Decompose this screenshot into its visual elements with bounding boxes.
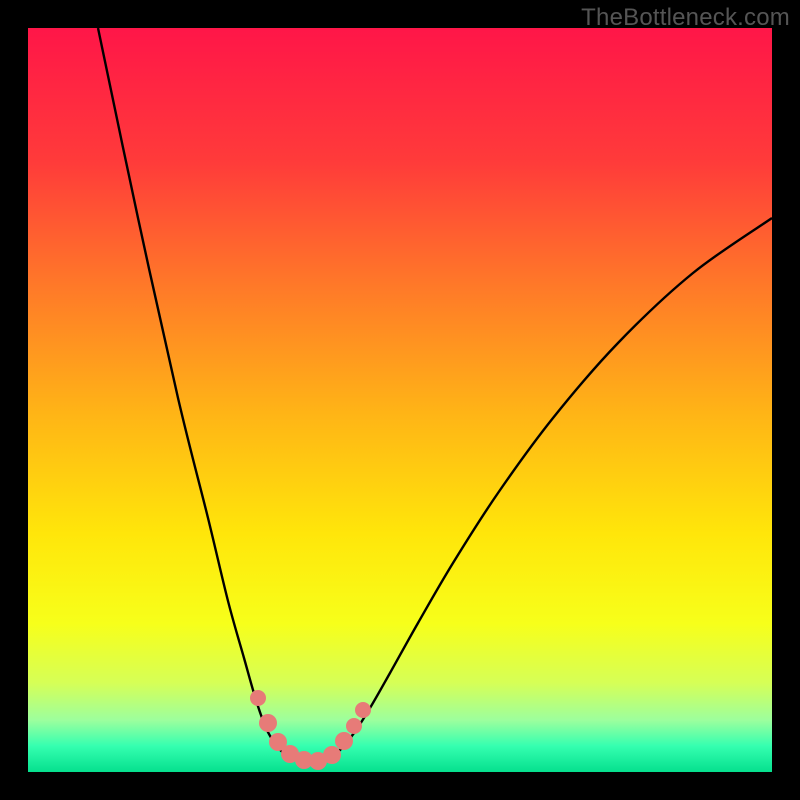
curve-marker	[323, 746, 341, 764]
bottleneck-curve	[28, 28, 772, 772]
curve-markers	[250, 690, 371, 770]
curve-marker	[355, 702, 371, 718]
curve-right-arm	[316, 218, 772, 762]
curve-marker	[259, 714, 277, 732]
curve-left-arm	[98, 28, 316, 762]
plot-frame	[28, 28, 772, 772]
curve-marker	[346, 718, 362, 734]
curve-marker	[335, 732, 353, 750]
curve-marker	[250, 690, 266, 706]
watermark-text: TheBottleneck.com	[581, 4, 790, 32]
